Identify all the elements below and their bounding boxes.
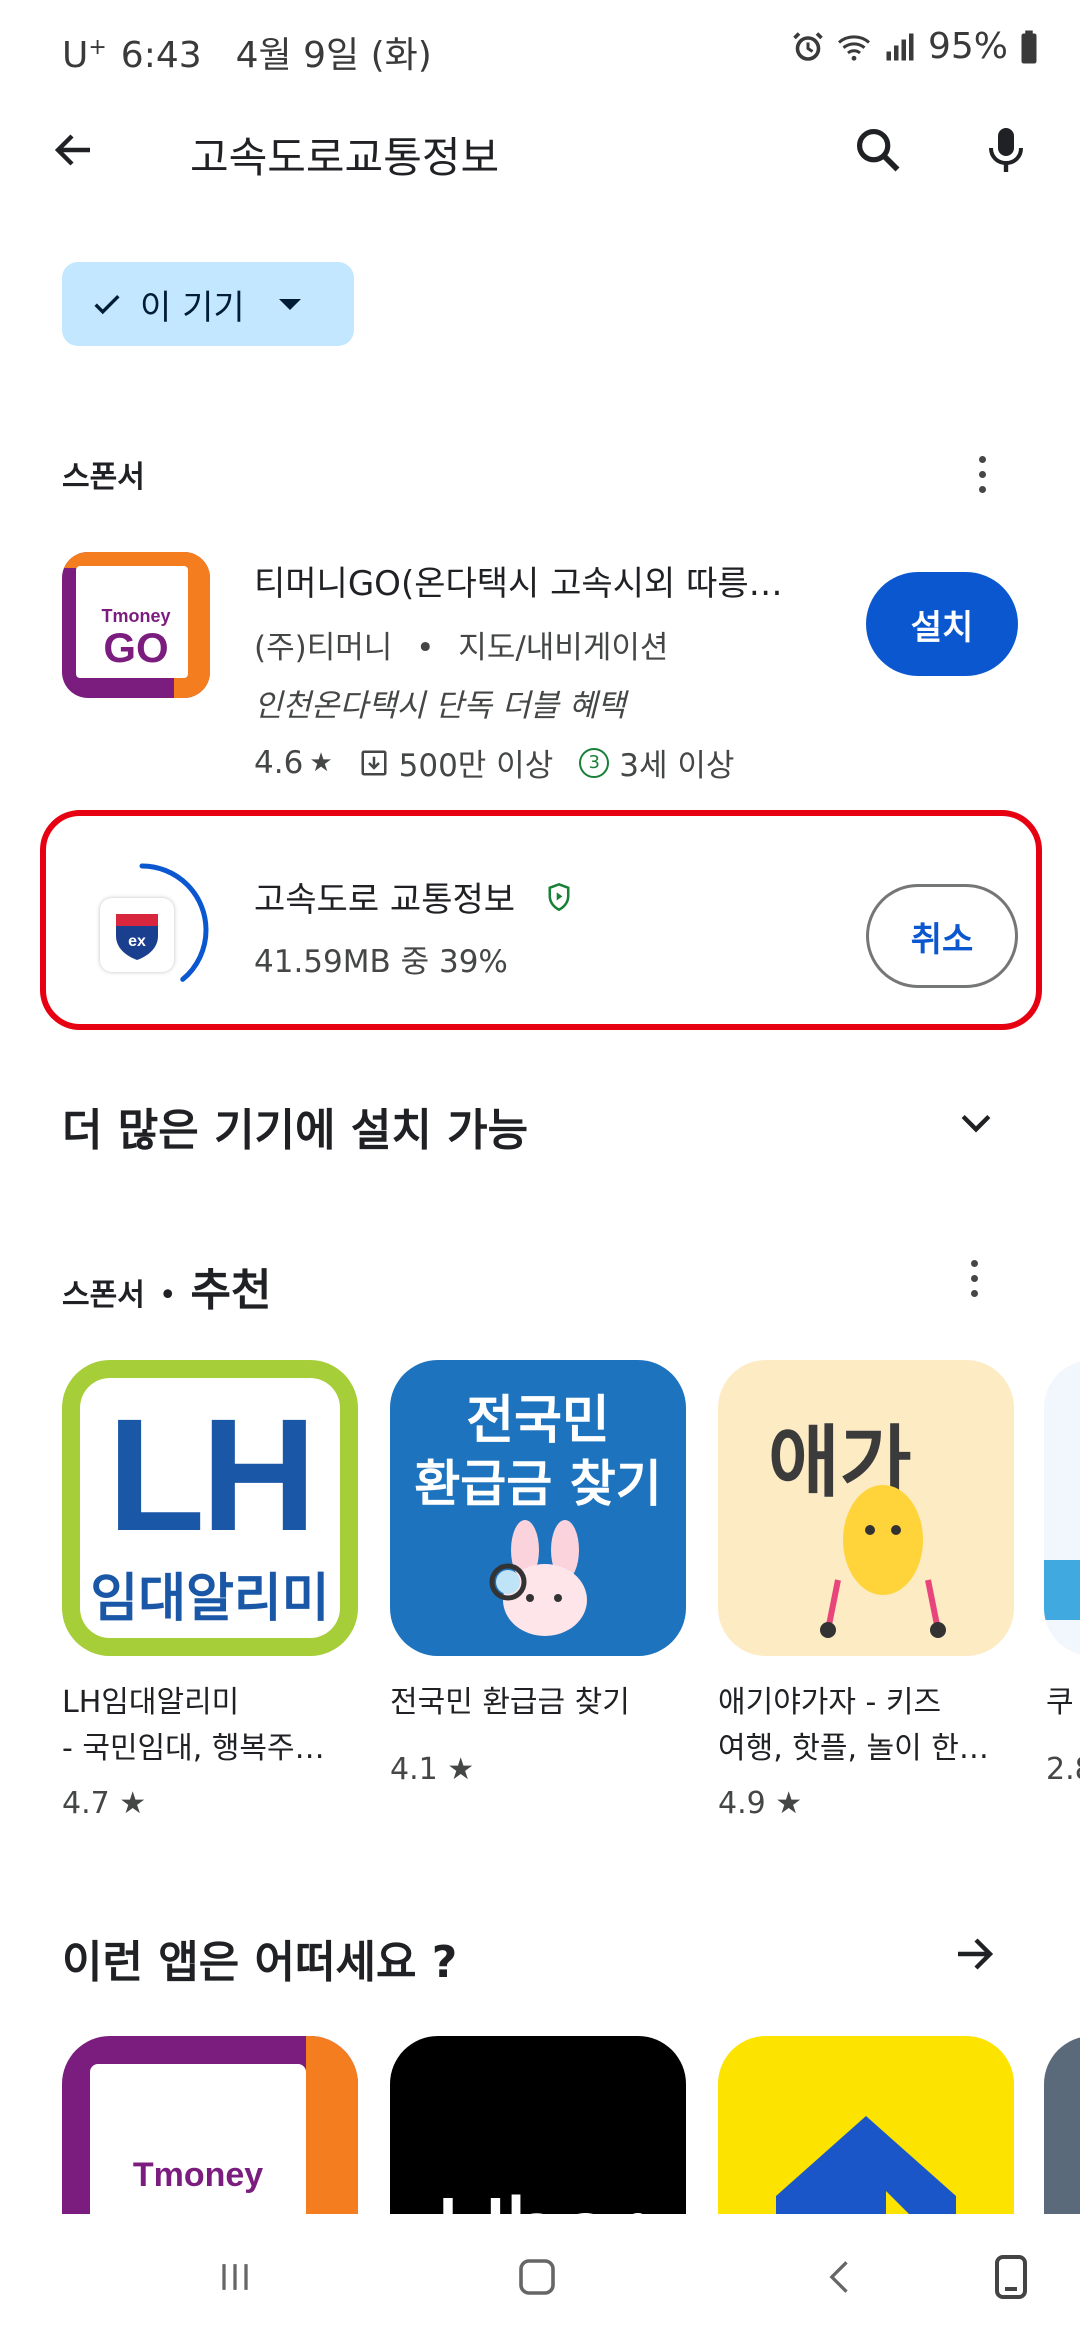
back-button[interactable] — [44, 120, 104, 180]
carrier-label: U+ — [62, 35, 107, 76]
recommended-label: 추천 — [190, 1265, 272, 1316]
phone-icon — [995, 2255, 1027, 2299]
recent-apps-button[interactable] — [200, 2242, 270, 2312]
mic-icon — [989, 128, 1023, 172]
device-filter-chip[interactable]: 이 기기 — [62, 262, 354, 346]
age-rating-icon: 3 — [579, 747, 610, 778]
star-icon: ★ — [309, 747, 333, 778]
downloading-app-title: 고속도로 교통정보 — [254, 880, 516, 920]
chevron-left-icon — [829, 2261, 848, 2293]
arrow-forward-icon — [958, 1938, 994, 1970]
partial-app-icon[interactable] — [1044, 1360, 1080, 1656]
ex-icon-text: ex — [128, 933, 146, 950]
app-card-rating: 4.1 ★ — [390, 1752, 475, 1787]
refund-icon-subtext: 환급금 찾기 — [414, 1455, 662, 1513]
lh-icon-text: LH — [107, 1385, 316, 1564]
how-about-heading[interactable]: 이런 앱은 어떠세요 ? — [62, 1926, 457, 1990]
sponsor-label: 스폰서 — [62, 1278, 145, 1313]
chevron-down-icon — [961, 1114, 991, 1133]
app-meta-row: 4.6 ★ 500만 이상 3 3세 이상 — [254, 740, 734, 785]
downloading-app-title-row[interactable]: 고속도로 교통정보 — [254, 872, 573, 921]
app-rating: 4.6 — [254, 744, 304, 781]
refund-icon-text: 전국민 — [466, 1391, 610, 1451]
wifi-icon — [837, 34, 870, 61]
battery-percent: 95% — [927, 26, 1008, 67]
alarm-icon — [793, 31, 823, 61]
tmoney-go-app-icon[interactable]: Tmoney GO — [62, 552, 210, 698]
kids-app-icon[interactable]: 애가 — [718, 1360, 1014, 1656]
search-button[interactable] — [848, 120, 908, 180]
see-more-button[interactable] — [944, 1924, 1004, 1984]
cancel-button[interactable]: 취소 — [866, 884, 1018, 988]
play-protect-icon — [548, 882, 570, 911]
recents-icon — [222, 2264, 248, 2290]
go-icon-text: GO — [103, 624, 169, 671]
sponsored-app-title[interactable]: 티머니GO(온다택시 고속시외 따릉… — [254, 556, 834, 605]
arrow-back-icon — [54, 134, 90, 166]
signal-icon — [886, 33, 914, 60]
promo-text: 인천온다택시 단독 더블 혜택 — [254, 688, 626, 724]
download-icon — [361, 750, 387, 775]
app-card-name[interactable]: LH임대알리미 - 국민임대, 행복주… — [62, 1680, 362, 1772]
app-card-name[interactable]: 전국민 환급금 찾기 — [390, 1680, 690, 1726]
separator-dot: • — [416, 630, 435, 666]
expand-button[interactable] — [948, 1094, 1004, 1150]
ex-shield-icon: ex — [116, 914, 158, 960]
app-card-name[interactable]: 쿠 — [1046, 1680, 1080, 1726]
lh-icon-subtext: 임대알리미 — [90, 1569, 330, 1629]
keyboard-button[interactable] — [976, 2242, 1046, 2312]
dropdown-caret-icon — [278, 298, 301, 310]
install-button[interactable]: 설치 — [866, 572, 1018, 676]
app-card-rating: 2.8 — [1046, 1752, 1080, 1787]
home-icon — [519, 2259, 555, 2295]
age-rating: 3세 이상 — [619, 748, 735, 784]
system-nav-bar — [0, 2214, 1080, 2340]
status-date: 4월 9일 (화) — [235, 35, 432, 76]
search-query[interactable]: 고속도로교통정보 — [190, 124, 499, 185]
developer-name: (주)티머니 — [254, 630, 393, 666]
bunny-mascot-icon — [489, 1520, 587, 1636]
status-bar: U+ 6:43 4월 9일 (화) 95% — [0, 0, 1080, 100]
battery-icon — [1021, 30, 1037, 63]
sponsored-app-developer-category: (주)티머니 • 지도/내비게이션 — [254, 622, 668, 667]
lh-app-icon[interactable]: LH 임대알리미 — [62, 1360, 358, 1656]
home-button[interactable] — [502, 2242, 572, 2312]
more-devices-heading[interactable]: 더 많은 기기에 설치 가능 — [62, 1094, 528, 1158]
separator-dot: • — [158, 1278, 177, 1313]
search-header: 고속도로교통정보 — [0, 100, 1080, 200]
sponsor-label: 스폰서 — [62, 460, 145, 495]
more-options-icon[interactable] — [954, 1248, 994, 1308]
status-time: 6:43 — [120, 35, 202, 76]
download-count: 500만 이상 — [398, 748, 554, 784]
sponsored-recommended-heading: 스폰서 • 추천 — [62, 1254, 271, 1318]
app-card-name[interactable]: 애기야가자 - 키즈 여행, 핫플, 놀이 한… — [718, 1680, 1018, 1772]
app-category: 지도/내비게이션 — [458, 630, 669, 666]
refund-app-icon[interactable]: 전국민 환급금 찾기 — [390, 1360, 686, 1656]
app-card-rating: 4.7 ★ — [62, 1786, 147, 1821]
check-icon — [94, 295, 120, 315]
expressway-app-icon[interactable]: ex — [100, 898, 174, 972]
app-card-rating: 4.9 ★ — [718, 1786, 803, 1821]
more-options-icon[interactable] — [962, 444, 1002, 504]
voice-search-button[interactable] — [976, 120, 1036, 180]
back-nav-button[interactable] — [806, 2242, 876, 2312]
mascot-scooter-icon — [820, 1485, 946, 1638]
download-progress-text: 41.59MB 중 39% — [254, 944, 508, 980]
chip-label: 이 기기 — [140, 287, 245, 328]
search-icon — [856, 128, 900, 172]
tmoney-icon-text: Tmoney — [132, 2156, 264, 2194]
